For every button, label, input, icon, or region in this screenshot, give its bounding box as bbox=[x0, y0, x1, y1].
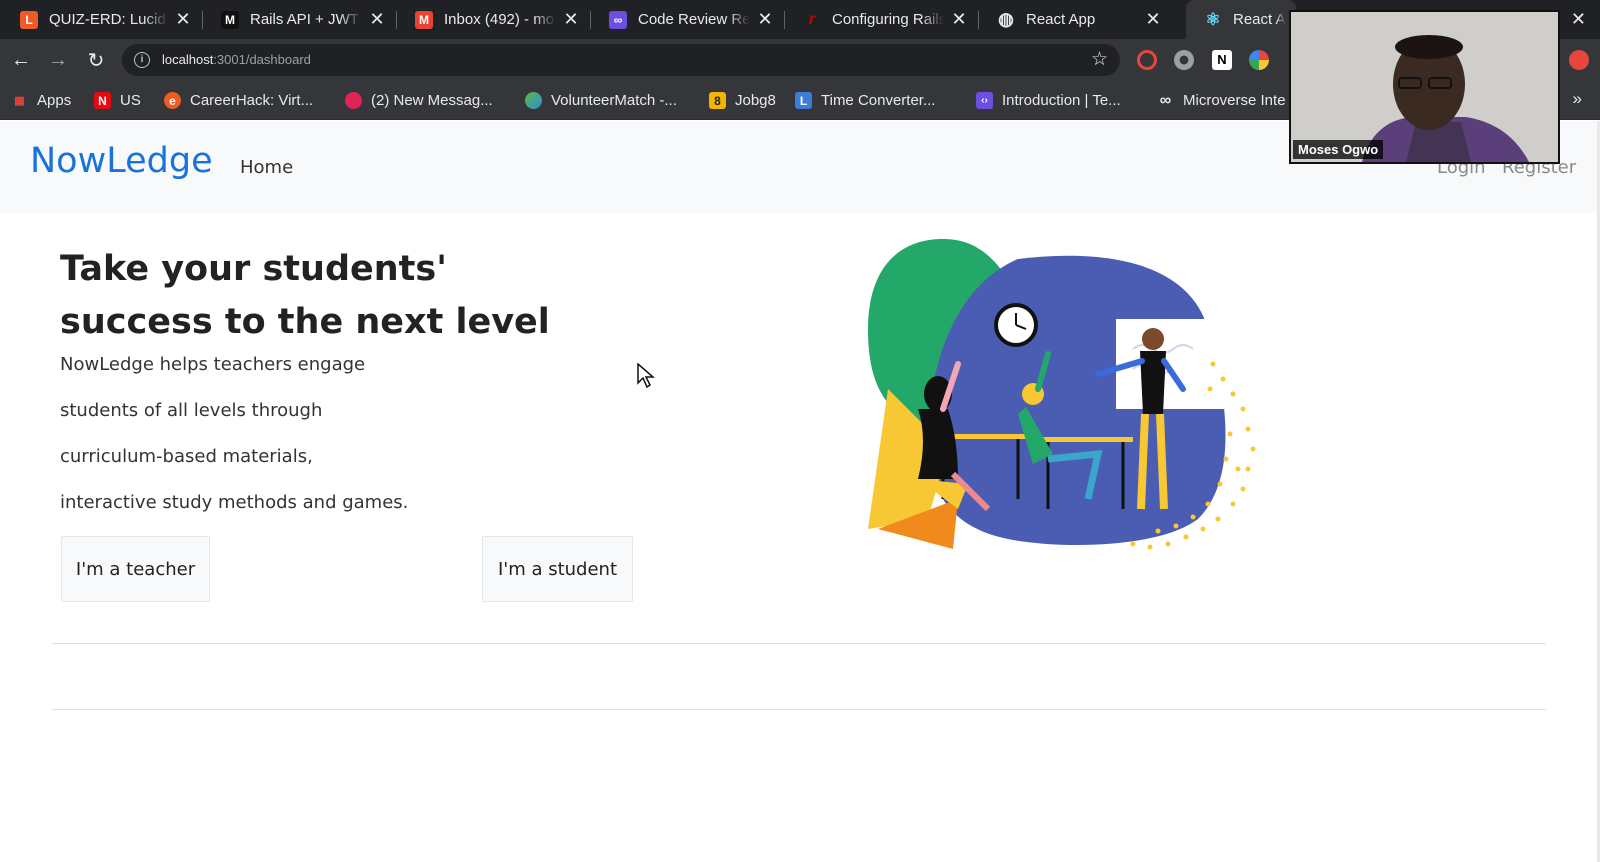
netflix-icon: N bbox=[94, 92, 111, 109]
bookmark-label: CareerHack: Virt... bbox=[190, 92, 314, 109]
careerhack-icon: e bbox=[164, 92, 181, 109]
bookmark-label: (2) New Messag... bbox=[371, 92, 493, 109]
react-icon: ⚛ bbox=[1205, 9, 1221, 29]
tab-title: Rails API + JWT bbox=[250, 11, 359, 28]
bookmark-jobg8[interactable]: 8 Jobg8 bbox=[709, 81, 776, 120]
chevron-more-icon[interactable]: » bbox=[1573, 89, 1582, 109]
hero-title: Take your students' success to the next … bbox=[60, 249, 550, 342]
participant-name: Moses Ogwo bbox=[1293, 140, 1384, 159]
url-path: :3001/dashboard bbox=[213, 52, 311, 67]
bookmark-introduction[interactable]: ‹› Introduction | Te... bbox=[976, 81, 1121, 120]
close-icon[interactable]: ✕ bbox=[174, 9, 192, 30]
notion-icon[interactable]: N bbox=[1212, 50, 1232, 70]
back-icon[interactable]: ← bbox=[9, 48, 33, 72]
tab-code-review[interactable]: ∞ Code Review Re ✕ bbox=[591, 0, 784, 39]
tab-rails-api[interactable]: M Rails API + JWT ✕ bbox=[203, 0, 396, 39]
bookmark-label: Time Converter... bbox=[821, 92, 936, 109]
close-icon[interactable]: ✕ bbox=[562, 9, 580, 30]
color-picker-icon[interactable] bbox=[1249, 50, 1269, 70]
close-icon[interactable]: ✕ bbox=[950, 9, 968, 30]
rails-icon: r bbox=[808, 10, 816, 28]
tab-title: React A bbox=[1233, 11, 1286, 28]
code-icon: ‹› bbox=[976, 92, 993, 109]
bookmark-label: Jobg8 bbox=[735, 92, 776, 109]
jobg8-icon: 8 bbox=[709, 92, 726, 109]
brand-logo[interactable]: NowLedge bbox=[30, 141, 213, 181]
bookmark-volunteermatch[interactable]: VolunteerMatch -... bbox=[525, 81, 677, 120]
tab-title: Inbox (492) - mo bbox=[444, 11, 555, 28]
messenger-icon bbox=[345, 92, 362, 109]
hero-text-line: NowLedge helps teachers engage bbox=[60, 354, 366, 375]
medium-icon: M bbox=[221, 10, 239, 29]
globe-icon: ◍ bbox=[998, 9, 1014, 29]
microverse-icon: ∞ bbox=[1159, 91, 1172, 109]
settings-gear-icon[interactable] bbox=[1174, 50, 1194, 70]
microverse-icon: ∞ bbox=[609, 10, 627, 29]
bookmark-label: US bbox=[120, 92, 141, 109]
bookmark-messages[interactable]: (2) New Messag... bbox=[345, 81, 493, 120]
tab-react-app-active[interactable]: ⚛ React A bbox=[1186, 0, 1296, 39]
close-icon[interactable]: ✕ bbox=[1571, 9, 1586, 30]
bookmark-apps[interactable]: ▦ Apps bbox=[11, 81, 71, 120]
tab-inbox[interactable]: M Inbox (492) - mo ✕ bbox=[397, 0, 590, 39]
tab-title: React App bbox=[1026, 11, 1096, 28]
time-converter-icon: L bbox=[795, 92, 812, 109]
bookmark-label: VolunteerMatch -... bbox=[551, 92, 677, 109]
info-icon[interactable]: i bbox=[134, 52, 150, 68]
bookmark-label: Introduction | Te... bbox=[1002, 92, 1121, 109]
hero-text-line: curriculum-based materials, bbox=[60, 446, 313, 467]
page-content: NowLedge Home Login Register Take your s… bbox=[0, 121, 1600, 862]
close-icon[interactable]: ✕ bbox=[368, 9, 386, 30]
teacher-button[interactable]: I'm a teacher bbox=[61, 536, 210, 602]
hero-text-line: interactive study methods and games. bbox=[60, 492, 409, 513]
bookmark-label: Apps bbox=[37, 92, 72, 109]
apps-grid-icon: ▦ bbox=[14, 95, 25, 107]
classroom-illustration bbox=[868, 239, 1256, 550]
bookmark-us[interactable]: N US bbox=[94, 81, 141, 120]
bookmark-time-converter[interactable]: L Time Converter... bbox=[795, 81, 935, 120]
tab-title: QUIZ-ERD: Lucid bbox=[49, 11, 166, 28]
divider bbox=[52, 643, 1546, 644]
gmail-icon: M bbox=[415, 10, 433, 29]
update-icon[interactable] bbox=[1569, 50, 1589, 70]
student-button[interactable]: I'm a student bbox=[482, 536, 633, 602]
bookmark-label: Microverse Inte bbox=[1183, 92, 1286, 109]
webcam-overlay: Moses Ogwo bbox=[1289, 10, 1560, 164]
tab-quiz-erd[interactable]: L QUIZ-ERD: Lucid ✕ bbox=[2, 0, 202, 39]
tab-title: Configuring Rails bbox=[832, 11, 944, 28]
close-icon[interactable]: ✕ bbox=[756, 9, 774, 30]
address-bar[interactable]: i localhost:3001/dashboard ☆ bbox=[122, 44, 1120, 76]
extension-red-icon[interactable] bbox=[1137, 50, 1157, 70]
bookmark-star-icon[interactable]: ☆ bbox=[1091, 48, 1108, 71]
nav-link-home[interactable]: Home bbox=[240, 157, 293, 178]
reload-icon[interactable]: ↻ bbox=[84, 48, 108, 72]
tab-react-app[interactable]: ◍ React App ✕ bbox=[979, 0, 1172, 39]
lucid-icon: L bbox=[20, 10, 38, 29]
url-host: localhost bbox=[162, 52, 214, 67]
forward-icon[interactable]: → bbox=[46, 48, 70, 72]
tab-configuring-rails[interactable]: r Configuring Rails ✕ bbox=[785, 0, 978, 39]
divider bbox=[52, 709, 1546, 710]
url-text[interactable]: localhost:3001/dashboard bbox=[162, 52, 311, 67]
close-icon[interactable]: ✕ bbox=[1144, 9, 1162, 30]
tab-title: Code Review Re bbox=[638, 11, 750, 28]
bookmark-microverse[interactable]: ∞ Microverse Inte bbox=[1157, 81, 1286, 120]
bookmark-careerhack[interactable]: e CareerHack: Virt... bbox=[164, 81, 313, 120]
mouse-cursor-icon bbox=[637, 363, 655, 389]
volunteermatch-icon bbox=[525, 92, 542, 109]
hero-text-line: students of all levels through bbox=[60, 400, 323, 421]
